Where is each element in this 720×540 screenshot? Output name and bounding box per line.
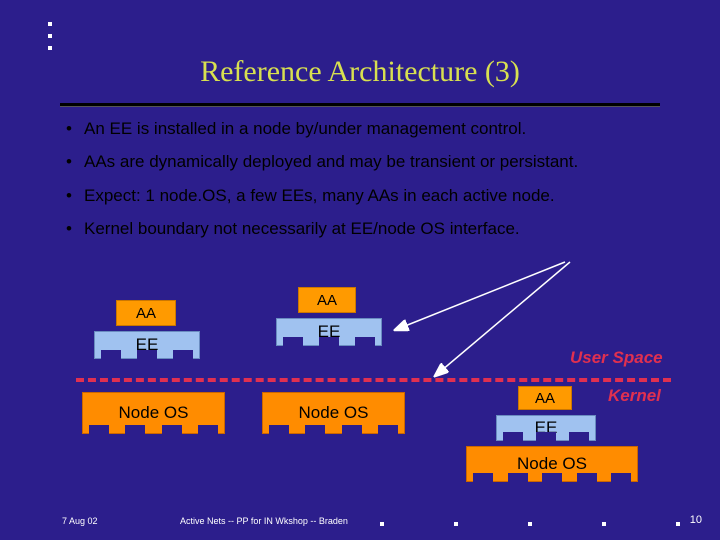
nodeos-box-3: Node OS: [466, 446, 638, 482]
nodeos-box-2: Node OS: [262, 392, 405, 434]
aa-label: AA: [136, 305, 156, 322]
aa-box-3: AA: [518, 386, 572, 410]
kernel-label: Kernel: [608, 386, 661, 406]
aa-box-2: AA: [298, 287, 356, 313]
aa-label: AA: [535, 390, 555, 407]
bullet-list: An EE is installed in a node by/under ma…: [0, 118, 720, 239]
bullet-item: Expect: 1 node.OS, a few EEs, many AAs i…: [84, 185, 648, 206]
aa-label: AA: [317, 292, 337, 309]
ee-box-2: EE: [276, 318, 382, 346]
ee-label: EE: [535, 418, 558, 438]
bullet-item: An EE is installed in a node by/under ma…: [84, 118, 648, 139]
nodeos-label: Node OS: [517, 454, 587, 474]
footer-page-number: 10: [690, 514, 702, 526]
ee-box-1: EE: [94, 331, 200, 359]
ee-box-3: EE: [496, 415, 596, 441]
footer-center: Active Nets -- PP for IN Wkshop -- Brade…: [180, 516, 348, 526]
title-underline: [60, 103, 660, 106]
aa-box-1: AA: [116, 300, 176, 326]
footer-dots: [380, 522, 680, 526]
bullet-item: AAs are dynamically deployed and may be …: [84, 151, 648, 172]
user-space-label: User Space: [570, 348, 663, 368]
nodeos-label: Node OS: [119, 403, 189, 423]
ee-label: EE: [136, 335, 159, 355]
nodeos-box-1: Node OS: [82, 392, 225, 434]
ee-label: EE: [318, 322, 341, 342]
decorative-bullets: [48, 22, 52, 58]
footer-date: 7 Aug 02: [62, 516, 98, 526]
nodeos-label: Node OS: [299, 403, 369, 423]
bullet-item: Kernel boundary not necessarily at EE/no…: [84, 218, 648, 239]
slide-title: Reference Architecture (3): [0, 0, 720, 89]
kernel-boundary-line: [76, 378, 671, 382]
